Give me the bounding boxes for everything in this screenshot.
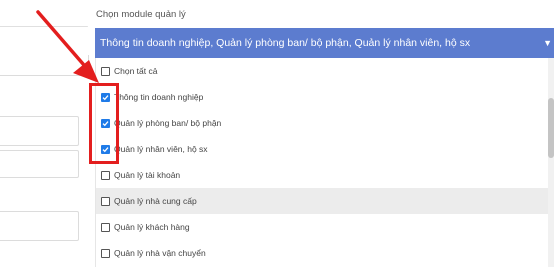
checkbox[interactable] xyxy=(101,222,110,232)
option-label: Quản lý nhà vận chuyển xyxy=(114,248,206,258)
scrollbar-thumb[interactable] xyxy=(548,98,554,158)
option-label: Quản lý khách hàng xyxy=(114,222,190,232)
option-select-all[interactable]: Chọn tất cả xyxy=(96,58,548,84)
checkbox[interactable] xyxy=(101,248,110,258)
dropdown-scrollbar[interactable] xyxy=(548,58,554,267)
option-label: Quản lý phòng ban/ bộ phận xyxy=(114,118,222,128)
chevron-down-icon[interactable]: ▼ xyxy=(543,28,552,58)
option-label: Quản lý nhân viên, hộ sx xyxy=(114,144,208,154)
arrow-annotation-icon xyxy=(36,10,99,83)
background-input-field[interactable] xyxy=(0,116,79,146)
option-employee-management[interactable]: Quản lý nhân viên, hộ sx xyxy=(96,136,548,162)
option-supplier-management[interactable]: Quản lý nhà cung cấp xyxy=(96,188,548,214)
checkbox[interactable] xyxy=(101,196,110,206)
module-dropdown-list: Chọn tất cả Thông tin doanh nghiệp Quản … xyxy=(95,58,554,267)
option-account-management[interactable]: Quản lý tài khoản xyxy=(96,162,548,188)
option-company-info[interactable]: Thông tin doanh nghiệp xyxy=(96,84,548,110)
option-label: Chọn tất cả xyxy=(114,66,158,76)
module-select[interactable]: Thông tin doanh nghiệp, Quản lý phòng ba… xyxy=(95,28,554,58)
background-input-field[interactable] xyxy=(0,150,79,178)
option-label: Quản lý nhà cung cấp xyxy=(114,196,197,206)
option-customer-management[interactable]: Quản lý khách hàng xyxy=(96,214,548,240)
option-label: Quản lý tài khoản xyxy=(114,170,181,180)
checkbox[interactable] xyxy=(101,170,110,180)
option-label: Thông tin doanh nghiệp xyxy=(114,92,204,102)
module-select-value: Thông tin doanh nghiệp, Quản lý phòng ba… xyxy=(100,37,471,49)
option-department-management[interactable]: Quản lý phòng ban/ bộ phận xyxy=(96,110,548,136)
option-shipper-management[interactable]: Quản lý nhà vận chuyển xyxy=(96,240,548,266)
background-input-field[interactable] xyxy=(0,211,79,241)
